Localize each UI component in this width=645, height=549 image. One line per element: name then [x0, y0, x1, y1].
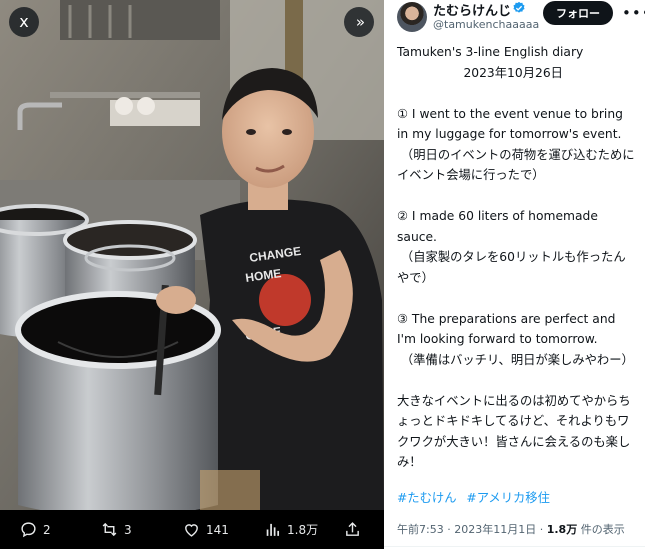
hashtag-link[interactable]: #アメリカ移住 — [466, 491, 549, 505]
post-paragraph-2: ② I made 60 liters of homemade sauce. （自… — [397, 209, 626, 285]
share-icon — [346, 522, 359, 536]
post-text: Tamuken's 3-line English diary 2023年10月2… — [397, 42, 637, 493]
like-count: 141 — [206, 522, 229, 537]
post-paragraph-1: ① I went to the event venue to bring in … — [397, 106, 635, 183]
post-views-count: 1.8万 — [546, 523, 578, 536]
like-button[interactable]: 141 — [183, 510, 229, 549]
repost-count: 3 — [124, 522, 132, 537]
heart-icon — [185, 524, 198, 537]
post-date[interactable]: 2023年11月1日 — [454, 523, 536, 536]
media-viewer[interactable]: CHANGE HOME GAME x » 2 — [0, 0, 384, 549]
avatar[interactable] — [397, 2, 427, 32]
display-name[interactable]: たむらけんじ — [433, 0, 511, 19]
post-paragraph-3: ③ The preparations are perfect and I'm l… — [397, 311, 634, 367]
reply-icon — [21, 522, 36, 538]
post-paragraph-4: 大きなイベントに出るのは初めてやからちょっとドキドキしてるけど、それよりもワクワ… — [397, 393, 631, 470]
close-icon: x — [19, 12, 29, 31]
follow-button[interactable]: フォロー — [543, 1, 613, 25]
post-photo: CHANGE HOME GAME — [0, 0, 384, 549]
reply-count: 2 — [43, 522, 51, 537]
post-detail-panel: たむらけんじ @tamukenchaaaaa フォロー ••• Tamuken'… — [384, 0, 645, 549]
bar-chart-icon — [266, 523, 280, 536]
post-views-label: 件の表示 — [580, 523, 625, 536]
hashtag-list: #たむけん #アメリカ移住 — [397, 488, 556, 506]
post-time[interactable]: 午前7:53 — [397, 523, 444, 536]
repost-button[interactable]: 3 — [101, 510, 132, 549]
reply-button[interactable]: 2 — [20, 510, 51, 549]
share-button[interactable] — [344, 510, 361, 549]
views-button[interactable]: 1.8万 — [264, 510, 318, 549]
verified-badge-icon — [513, 1, 525, 13]
more-options-icon[interactable]: ••• — [622, 4, 645, 22]
post-paragraph-title: Tamuken's 3-line English diary 2023年10月2… — [397, 45, 584, 80]
divider — [384, 546, 645, 547]
post-metadata: 午前7:53 · 2023年11月1日 · 1.8万 件の表示 — [397, 523, 625, 536]
chevron-double-right-icon: » — [355, 12, 365, 31]
repost-icon — [102, 522, 117, 537]
user-handle[interactable]: @tamukenchaaaaa — [433, 18, 539, 31]
expand-side-panel-button[interactable]: » — [344, 7, 374, 37]
close-button[interactable]: x — [9, 7, 39, 37]
post-action-bar: 2 3 141 1.8万 — [0, 510, 384, 549]
views-count: 1.8万 — [287, 523, 319, 537]
hashtag-link[interactable]: #たむけん — [397, 491, 457, 505]
